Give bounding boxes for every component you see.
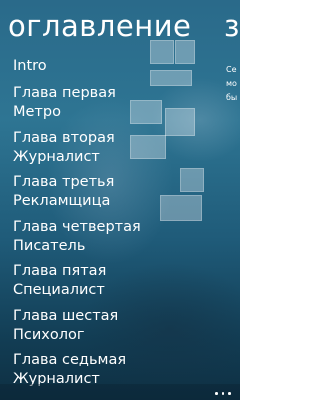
toc-item-subtitle: Писатель <box>13 237 86 254</box>
toc-item-chapter-6[interactable]: Глава шестая Психолог <box>13 307 223 345</box>
toc-item-chapter-label: Глава четвертая <box>13 218 141 235</box>
toc-item-subtitle: Психолог <box>13 326 85 343</box>
ellipsis-icon[interactable] <box>214 390 232 396</box>
panorama-title: оглавление <box>8 9 192 43</box>
toc-item-subtitle: Специалист <box>13 282 105 298</box>
toc-item-chapter-label: Глава вторая <box>13 129 115 146</box>
application-bar <box>0 384 240 400</box>
toc-item-chapter-label: Глава пятая <box>13 263 107 279</box>
table-of-contents: Intro Глава первая Метро Глава вторая Жу… <box>13 57 223 396</box>
toc-item-chapter-1[interactable]: Глава первая Метро <box>13 84 223 122</box>
next-section-peek-line: мо <box>226 79 237 88</box>
toc-item-chapter-label: Глава шестая <box>13 307 119 324</box>
toc-item-chapter-label: Глава третья <box>13 174 115 190</box>
toc-item-chapter-5[interactable]: Глава пятая Специалист <box>13 262 223 300</box>
next-section-peek-line: бы <box>226 93 238 102</box>
toc-item-chapter-4[interactable]: Глава четвертая Писатель <box>13 218 223 256</box>
toc-item-subtitle: Рекламщица <box>13 193 111 209</box>
toc-item-label: Intro <box>13 58 47 74</box>
toc-item-chapter-label: Глава первая <box>13 85 116 101</box>
toc-item-subtitle: Журналист <box>13 148 100 165</box>
toc-item-chapter-label: Глава седьмая <box>13 352 127 368</box>
toc-item-chapter-2[interactable]: Глава вторая Журналист <box>13 129 223 167</box>
next-section-peek: Се мо бы <box>226 63 266 105</box>
next-section-peek-line: Се <box>226 65 237 74</box>
toc-item-subtitle: Метро <box>13 104 61 120</box>
toc-item-intro[interactable]: Intro <box>13 57 223 76</box>
toc-item-chapter-3[interactable]: Глава третья Рекламщица <box>13 173 223 211</box>
next-section-title[interactable]: з <box>224 6 239 46</box>
